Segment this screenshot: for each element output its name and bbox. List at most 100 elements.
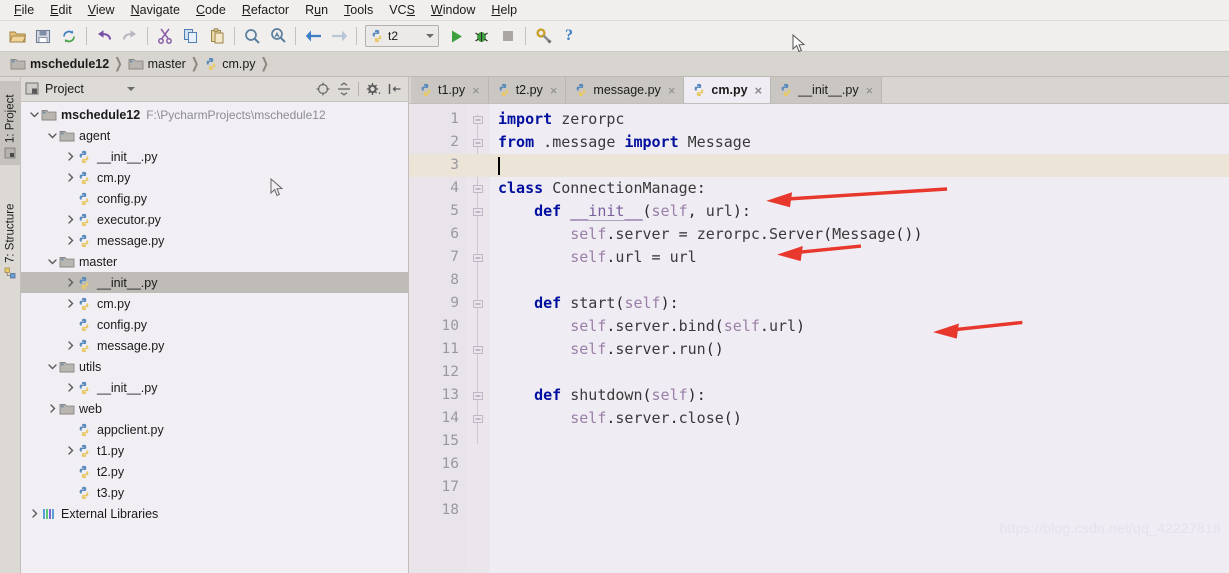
- chevron-down-icon[interactable]: [126, 87, 135, 91]
- fold-marker[interactable]: [466, 246, 490, 269]
- disclosure-down-icon[interactable]: [45, 125, 59, 146]
- sync-icon[interactable]: [56, 24, 82, 49]
- back-icon[interactable]: [300, 24, 326, 49]
- editor-tab-message-py[interactable]: message.py ×: [566, 77, 685, 103]
- tree-item[interactable]: t2.py: [21, 461, 408, 482]
- fold-marker[interactable]: [466, 292, 490, 315]
- hide-panel-icon[interactable]: [385, 80, 404, 99]
- run-button[interactable]: [443, 24, 469, 49]
- menu-item-edit[interactable]: Edit: [42, 1, 80, 19]
- tree-item[interactable]: utils: [21, 356, 408, 377]
- disclosure-down-icon[interactable]: [27, 104, 41, 125]
- tree-item[interactable]: cm.py: [21, 293, 408, 314]
- breadcrumb-item-mschedule12[interactable]: mschedule12: [6, 57, 113, 71]
- settings-button[interactable]: [530, 24, 556, 49]
- save-all-icon[interactable]: [30, 24, 56, 49]
- menu-item-help[interactable]: Help: [483, 1, 525, 19]
- tree-item[interactable]: message.py: [21, 230, 408, 251]
- disclosure-right-icon[interactable]: [63, 167, 77, 188]
- disclosure-right-icon[interactable]: [63, 209, 77, 230]
- editor-area: t1.py × t2.py × message.py × cm.py × __init__.py…: [409, 77, 1229, 573]
- tree-item[interactable]: __init__.py: [21, 377, 408, 398]
- menu-item-file[interactable]: File: [6, 1, 42, 19]
- find-icon[interactable]: [239, 24, 265, 49]
- open-folder-icon[interactable]: [4, 24, 30, 49]
- collapse-target-icon[interactable]: [313, 80, 332, 99]
- undo-icon[interactable]: [91, 24, 117, 49]
- editor-tab-t1-py[interactable]: t1.py ×: [411, 77, 489, 103]
- tree-item[interactable]: __init__.py: [21, 146, 408, 167]
- close-icon[interactable]: ×: [472, 84, 480, 97]
- tree-item[interactable]: t3.py: [21, 482, 408, 503]
- menu-item-tools[interactable]: Tools: [336, 1, 381, 19]
- help-button[interactable]: ?: [556, 24, 582, 49]
- editor-tab-cm-py[interactable]: cm.py ×: [684, 77, 772, 103]
- close-icon[interactable]: ×: [550, 84, 558, 97]
- disclosure-right-icon[interactable]: [45, 398, 59, 419]
- editor-tab-t2-py[interactable]: t2.py ×: [488, 77, 567, 103]
- python-file-icon: [574, 83, 588, 97]
- fold-marker[interactable]: [466, 108, 490, 131]
- tree-item[interactable]: External Libraries: [21, 503, 408, 524]
- sidebar-tab-structure[interactable]: 7: Structure: [0, 187, 21, 285]
- tree-item[interactable]: master: [21, 251, 408, 272]
- disclosure-right-icon[interactable]: [63, 377, 77, 398]
- editor-tab---init---py[interactable]: __init__.py ×: [771, 77, 883, 103]
- breadcrumb-item-master[interactable]: master: [124, 57, 190, 71]
- tree-item[interactable]: config.py: [21, 314, 408, 335]
- menu-item-vcs[interactable]: VCS: [381, 1, 423, 19]
- settings-gear-icon[interactable]: [364, 80, 383, 99]
- disclosure-down-icon[interactable]: [45, 356, 59, 377]
- collapse-all-icon[interactable]: [334, 80, 353, 99]
- sidebar-tab-project[interactable]: 1: Project: [0, 81, 21, 165]
- tree-item[interactable]: cm.py: [21, 167, 408, 188]
- menu-item-run[interactable]: Run: [297, 1, 336, 19]
- debug-button[interactable]: [469, 24, 495, 49]
- disclosure-right-icon[interactable]: [63, 230, 77, 251]
- run-configuration-selector[interactable]: t2: [365, 25, 439, 47]
- disclosure-right-icon[interactable]: [27, 503, 41, 524]
- paste-icon[interactable]: [204, 24, 230, 49]
- menu-item-navigate[interactable]: Navigate: [123, 1, 188, 19]
- disclosure-right-icon[interactable]: [63, 293, 77, 314]
- close-icon[interactable]: ×: [755, 84, 763, 97]
- tree-item[interactable]: web: [21, 398, 408, 419]
- redo-icon[interactable]: [117, 24, 143, 49]
- tree-item[interactable]: __init__.py: [21, 272, 408, 293]
- menu-item-window[interactable]: Window: [423, 1, 483, 19]
- disclosure-right-icon[interactable]: [63, 440, 77, 461]
- breadcrumb-item-cm-py[interactable]: cm.py: [200, 57, 259, 71]
- tree-item[interactable]: executor.py: [21, 209, 408, 230]
- menu-item-view[interactable]: View: [80, 1, 123, 19]
- code-text-column[interactable]: import zerorpc from .message import Messa…: [490, 104, 1229, 573]
- cut-icon[interactable]: [152, 24, 178, 49]
- chevron-down-icon[interactable]: [426, 34, 434, 38]
- close-icon[interactable]: ×: [668, 84, 676, 97]
- fold-marker[interactable]: [466, 338, 490, 361]
- forward-icon[interactable]: [326, 24, 352, 49]
- tree-item[interactable]: t1.py: [21, 440, 408, 461]
- disclosure-down-icon[interactable]: [45, 251, 59, 272]
- tree-item[interactable]: config.py: [21, 188, 408, 209]
- copy-icon[interactable]: [178, 24, 204, 49]
- close-icon[interactable]: ×: [866, 84, 874, 97]
- find-replace-icon[interactable]: [265, 24, 291, 49]
- fold-marker[interactable]: [466, 315, 490, 338]
- fold-marker[interactable]: [466, 200, 490, 223]
- disclosure-right-icon[interactable]: [63, 335, 77, 356]
- fold-marker[interactable]: [466, 131, 490, 154]
- tree-item[interactable]: mschedule12 F:\PycharmProjects\mschedule1…: [21, 104, 408, 125]
- disclosure-right-icon[interactable]: [63, 146, 77, 167]
- fold-marker[interactable]: [466, 407, 490, 430]
- tree-item[interactable]: appclient.py: [21, 419, 408, 440]
- tree-item[interactable]: agent: [21, 125, 408, 146]
- stop-button[interactable]: [495, 24, 521, 49]
- code-folding-column[interactable]: [466, 104, 490, 573]
- fold-marker[interactable]: [466, 177, 490, 200]
- disclosure-right-icon[interactable]: [63, 272, 77, 293]
- menu-item-refactor[interactable]: Refactor: [234, 1, 297, 19]
- tree-item[interactable]: message.py: [21, 335, 408, 356]
- code-editor[interactable]: 1 2 3 4 5 6 7 8 9 10 11 12 13 14 15 16 17 18 import zeror…: [409, 104, 1229, 573]
- menu-item-code[interactable]: Code: [188, 1, 234, 19]
- fold-marker[interactable]: [466, 384, 490, 407]
